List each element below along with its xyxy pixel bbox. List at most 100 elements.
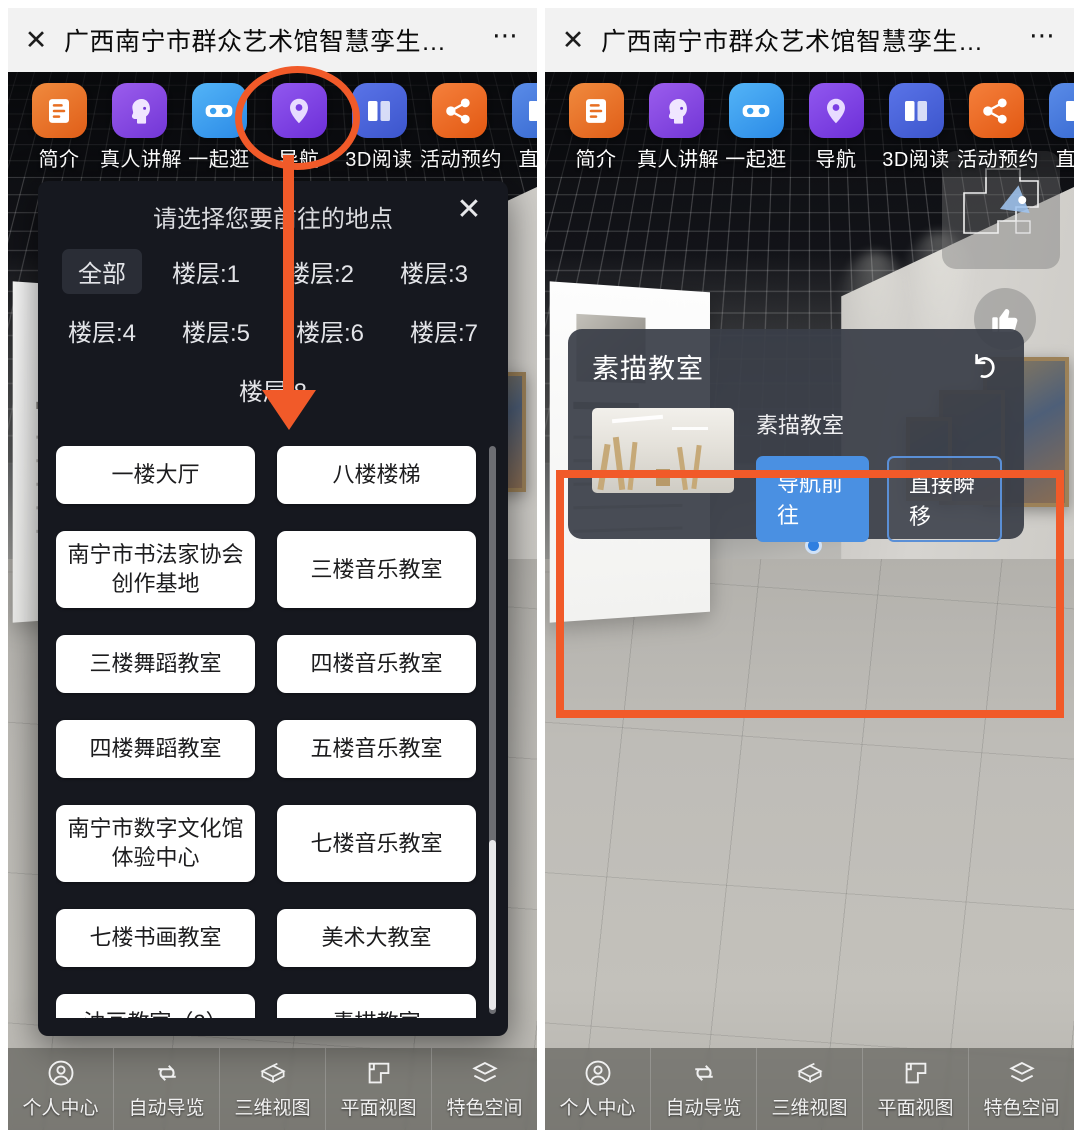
book-icon xyxy=(889,83,944,138)
location-item[interactable]: 三楼舞蹈教室 xyxy=(56,635,255,693)
location-item[interactable]: 七楼书画教室 xyxy=(56,909,255,967)
chip-row: 全部 楼层:1 楼层:2 楼层:3 xyxy=(64,249,482,294)
toolbar-item-zhenrenjiangjie[interactable]: 真人讲解 xyxy=(100,83,178,172)
undo-arrow-icon[interactable] xyxy=(966,349,1000,383)
toolbar-item-label: 活动预约 xyxy=(957,143,1035,172)
toolbar-item-yiqiguang[interactable]: 一起逛 xyxy=(180,83,258,172)
close-icon[interactable]: ✕ xyxy=(452,193,486,227)
toolbar-item-3dyuedu[interactable]: 3D阅读 xyxy=(340,83,418,172)
toolbar-item-label: 简介 xyxy=(557,143,635,172)
toolbar-item-huodongyuyue[interactable]: 活动预约 xyxy=(420,83,498,172)
layers-icon xyxy=(1007,1058,1037,1088)
location-item[interactable]: 南宁市数字文化馆体验中心 xyxy=(56,805,255,882)
location-item[interactable]: 八楼楼梯 xyxy=(277,446,476,504)
toolbar-item-label: 一起逛 xyxy=(180,143,258,172)
thumb-easel xyxy=(613,437,625,490)
floor-chip-5[interactable]: 楼层:5 xyxy=(166,308,266,353)
location-item[interactable]: 一楼大厅 xyxy=(56,446,255,504)
toolbar-item-yiqiguang[interactable]: 一起逛 xyxy=(717,83,795,172)
user-circle-icon xyxy=(583,1058,613,1088)
scrollbar-thumb[interactable] xyxy=(489,840,496,1010)
floor-chip-4[interactable]: 楼层:4 xyxy=(52,308,152,353)
floorplan-icon xyxy=(364,1058,394,1088)
toolbar-item-zhibo[interactable]: 直播 xyxy=(1037,83,1074,172)
screenshot-root: 简介 真人讲解 一起逛 导航 3D阅读 活动预约 直 请选择您要前往的地点 ✕ … xyxy=(0,0,1080,1132)
thumb-easel xyxy=(692,445,702,489)
tab-label: 平面视图 xyxy=(877,1093,953,1120)
navigate-to-button[interactable]: 导航前往 xyxy=(756,456,869,542)
toolbar-item-zhenrenjiangjie[interactable]: 真人讲解 xyxy=(637,83,715,172)
floor-chip-1[interactable]: 楼层:1 xyxy=(156,249,256,294)
tab-3d-view[interactable]: 三维视图 xyxy=(757,1048,863,1130)
tab-floorplan-view[interactable]: 平面视图 xyxy=(863,1048,969,1130)
location-item[interactable]: 四楼舞蹈教室 xyxy=(56,720,255,778)
card-body: 素描教室 导航前往 直接瞬移 xyxy=(592,408,1002,542)
card-detail: 素描教室 导航前往 直接瞬移 xyxy=(756,408,1002,542)
floor-filter-chips: 全部 楼层:1 楼层:2 楼层:3 楼层:4 楼层:5 楼层:6 楼层:7 楼层… xyxy=(38,243,508,440)
tab-featured-space[interactable]: 特色空间 xyxy=(432,1048,537,1130)
floor-chip-6[interactable]: 楼层:6 xyxy=(280,308,380,353)
layers-icon xyxy=(470,1058,500,1088)
guide-head-icon xyxy=(649,83,704,138)
location-item[interactable]: 五楼音乐教室 xyxy=(277,720,476,778)
toolbar-item-label: 简介 xyxy=(20,143,98,172)
toolbar-item-huodongyuyue[interactable]: 活动预约 xyxy=(957,83,1035,172)
close-icon[interactable]: ✕ xyxy=(8,27,64,54)
tab-3d-view[interactable]: 三维视图 xyxy=(220,1048,326,1130)
page-title: 广西南宁市群众艺术馆智慧孪生体... xyxy=(64,22,475,58)
tab-personal-center[interactable]: 个人中心 xyxy=(545,1048,651,1130)
toolbar-item-daohang[interactable]: 导航 xyxy=(260,83,338,172)
floor-chip-2[interactable]: 楼层:2 xyxy=(270,249,370,294)
toolbar-item-3dyuedu[interactable]: 3D阅读 xyxy=(877,83,955,172)
location-item[interactable]: 南宁市书法家协会创作基地 xyxy=(56,531,255,608)
tab-auto-tour[interactable]: 自动导览 xyxy=(651,1048,757,1130)
more-dots-icon[interactable]: ⋯ xyxy=(1012,28,1074,52)
location-item[interactable]: 油画教室（2） xyxy=(56,994,255,1018)
toolbar-item-label: 直播 xyxy=(500,143,537,172)
tab-auto-tour[interactable]: 自动导览 xyxy=(114,1048,220,1130)
thumb-stool xyxy=(656,469,670,486)
location-item[interactable]: 七楼音乐教室 xyxy=(277,805,476,882)
auto-tour-icon xyxy=(689,1058,719,1088)
toolbar-item-label: 3D阅读 xyxy=(340,143,418,172)
location-list-scroll-area[interactable]: 一楼大厅 八楼楼梯 南宁市书法家协会创作基地 三楼音乐教室 三楼舞蹈教室 四楼音… xyxy=(56,446,498,1018)
more-dots-icon[interactable]: ⋯ xyxy=(475,28,537,52)
location-item[interactable]: 美术大教室 xyxy=(277,909,476,967)
tab-label: 个人中心 xyxy=(559,1093,635,1120)
tab-label: 三维视图 xyxy=(234,1093,310,1120)
function-toolbar: 简介 真人讲解 一起逛 导航 3D阅读 活动预约 直 xyxy=(8,72,537,177)
navigation-modal: 请选择您要前往的地点 ✕ 全部 楼层:1 楼层:2 楼层:3 楼层:4 楼层:5… xyxy=(38,181,508,1036)
floor-chip-8[interactable]: 楼层:8 xyxy=(223,367,323,412)
tab-personal-center[interactable]: 个人中心 xyxy=(8,1048,114,1130)
modal-header: 请选择您要前往的地点 ✕ xyxy=(38,181,508,243)
toolbar-item-jianjie[interactable]: 简介 xyxy=(20,83,98,172)
floor-chip-3[interactable]: 楼层:3 xyxy=(384,249,484,294)
function-toolbar: 简介 真人讲解 一起逛 导航 3D阅读 活动预约 直 xyxy=(545,72,1074,177)
teleport-button[interactable]: 直接瞬移 xyxy=(887,456,1002,542)
toolbar-item-zhibo[interactable]: 直播 xyxy=(500,83,537,172)
location-item[interactable]: 素描教室 xyxy=(277,994,476,1018)
location-item[interactable]: 三楼音乐教室 xyxy=(277,531,476,608)
tab-label: 平面视图 xyxy=(340,1093,416,1120)
floor-chip-7[interactable]: 楼层:7 xyxy=(394,308,494,353)
floor-chip-all[interactable]: 全部 xyxy=(62,249,142,294)
wechat-header-right: ✕ 广西南宁市群众艺术馆智慧孪生体... ⋯ xyxy=(545,8,1074,72)
toolbar-item-daohang[interactable]: 导航 xyxy=(797,83,875,172)
user-circle-icon xyxy=(46,1058,76,1088)
tab-featured-space[interactable]: 特色空间 xyxy=(969,1048,1074,1130)
close-icon[interactable]: ✕ xyxy=(545,27,601,54)
location-item[interactable]: 四楼音乐教室 xyxy=(277,635,476,693)
live-icon xyxy=(1049,83,1075,138)
wechat-header-left: ✕ 广西南宁市群众艺术馆智慧孪生体... ⋯ xyxy=(8,8,537,72)
share-node-icon xyxy=(432,83,487,138)
location-thumbnail[interactable] xyxy=(592,408,734,493)
location-list: 一楼大厅 八楼楼梯 南宁市书法家协会创作基地 三楼音乐教室 三楼舞蹈教室 四楼音… xyxy=(56,446,498,1018)
location-info-card: 素描教室 素描教室 导航前往 直接瞬移 xyxy=(568,329,1024,539)
tab-floorplan-view[interactable]: 平面视图 xyxy=(326,1048,432,1130)
toolbar-item-jianjie[interactable]: 简介 xyxy=(557,83,635,172)
chip-row: 楼层:8 xyxy=(64,367,482,412)
map-pin-icon xyxy=(272,83,327,138)
document-icon xyxy=(569,83,624,138)
thumb-lamp xyxy=(612,414,663,423)
tab-label: 三维视图 xyxy=(771,1093,847,1120)
